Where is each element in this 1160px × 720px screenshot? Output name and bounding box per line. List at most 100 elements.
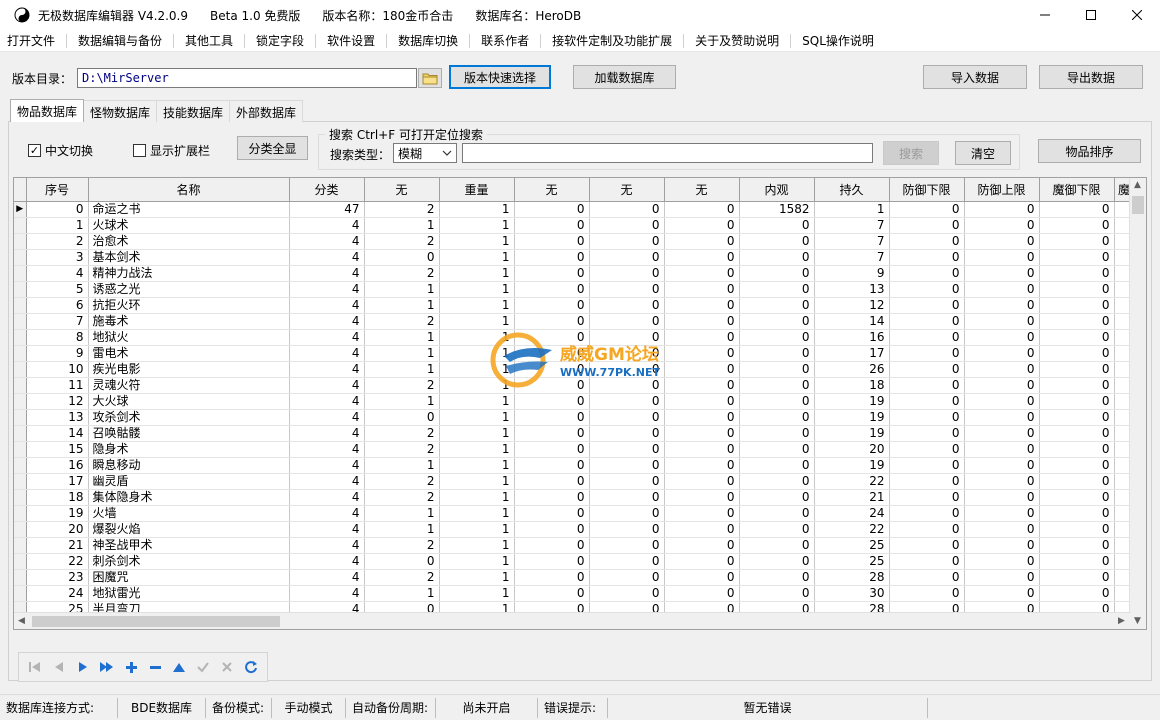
- table-cell[interactable]: 9: [814, 265, 890, 282]
- table-cell[interactable]: 0: [589, 265, 665, 282]
- table-cell[interactable]: 0: [589, 377, 665, 394]
- scroll-right-icon[interactable]: ▶: [1118, 616, 1125, 626]
- table-cell[interactable]: 0: [964, 457, 1040, 474]
- table-cell[interactable]: 0: [889, 489, 965, 506]
- table-cell[interactable]: 0: [589, 505, 665, 522]
- table-cell[interactable]: 22: [26, 553, 89, 570]
- table-cell[interactable]: 0: [1039, 409, 1115, 426]
- table-cell[interactable]: 0: [1039, 505, 1115, 522]
- table-cell[interactable]: 0: [889, 441, 965, 458]
- table-cell[interactable]: 0: [964, 201, 1040, 218]
- table-cell[interactable]: 0: [664, 233, 740, 250]
- table-cell[interactable]: 治愈术: [88, 233, 290, 250]
- table-cell[interactable]: 24: [26, 585, 89, 602]
- table-cell[interactable]: 0: [739, 441, 815, 458]
- table-cell[interactable]: 灵魂火符: [88, 377, 290, 394]
- table-cell[interactable]: 雷电术: [88, 345, 290, 362]
- horizontal-scrollbar[interactable]: ◀ ▶: [14, 612, 1131, 629]
- table-cell[interactable]: 4: [289, 569, 365, 586]
- table-cell[interactable]: 4: [289, 537, 365, 554]
- table-cell[interactable]: 0: [1039, 553, 1115, 570]
- nav-delete-button[interactable]: [143, 656, 167, 678]
- table-cell[interactable]: 10: [26, 361, 89, 378]
- scroll-down-icon[interactable]: ▼: [1134, 616, 1141, 626]
- table-cell[interactable]: 0: [964, 473, 1040, 490]
- table-cell[interactable]: 19: [26, 505, 89, 522]
- table-cell[interactable]: 0: [739, 409, 815, 426]
- maximize-button[interactable]: [1068, 0, 1114, 30]
- table-cell[interactable]: 1: [439, 265, 515, 282]
- table-cell[interactable]: 4: [289, 489, 365, 506]
- table-cell[interactable]: 2: [364, 473, 440, 490]
- table-cell[interactable]: 0: [514, 505, 590, 522]
- table-cell[interactable]: 困魔咒: [88, 569, 290, 586]
- chinese-switch-checkbox[interactable]: ✓ 中文切换: [28, 142, 93, 159]
- table-cell[interactable]: 0: [964, 313, 1040, 330]
- table-cell[interactable]: 1: [439, 393, 515, 410]
- table-cell[interactable]: 0: [514, 249, 590, 266]
- table-cell[interactable]: 0: [889, 265, 965, 282]
- table-cell[interactable]: 1: [439, 313, 515, 330]
- table-cell[interactable]: 0: [964, 377, 1040, 394]
- table-cell[interactable]: 0: [889, 201, 965, 218]
- table-cell[interactable]: 0: [739, 553, 815, 570]
- browse-folder-button[interactable]: [418, 68, 442, 88]
- table-cell[interactable]: 1: [439, 553, 515, 570]
- table-cell[interactable]: 0: [664, 377, 740, 394]
- table-cell[interactable]: 2: [364, 569, 440, 586]
- table-cell[interactable]: 18: [814, 377, 890, 394]
- tab-skills[interactable]: 技能数据库: [156, 100, 231, 122]
- table-cell[interactable]: 0: [589, 585, 665, 602]
- menu-edit-backup[interactable]: 数据编辑与备份: [71, 32, 169, 49]
- scroll-left-icon[interactable]: ◀: [18, 616, 25, 626]
- table-cell[interactable]: 21: [26, 537, 89, 554]
- table-cell[interactable]: 0: [739, 329, 815, 346]
- table-cell[interactable]: 0: [589, 217, 665, 234]
- tab-monsters[interactable]: 怪物数据库: [83, 100, 158, 122]
- menu-lock-fields[interactable]: 锁定字段: [249, 32, 311, 49]
- table-cell[interactable]: 0: [964, 537, 1040, 554]
- table-cell[interactable]: 0: [589, 313, 665, 330]
- table-cell[interactable]: 0: [1039, 297, 1115, 314]
- horizontal-scroll-thumb[interactable]: [32, 616, 280, 627]
- table-cell[interactable]: 1: [26, 217, 89, 234]
- column-header[interactable]: 无: [664, 178, 740, 202]
- nav-insert-button[interactable]: [119, 656, 143, 678]
- table-cell[interactable]: 12: [814, 297, 890, 314]
- table-cell[interactable]: 0: [889, 457, 965, 474]
- table-cell[interactable]: 2: [364, 377, 440, 394]
- table-row[interactable]: 7 施毒术 4 2 1 0 0 0 0 14 0 0 0: [14, 313, 1135, 330]
- table-row[interactable]: 14 召唤骷髅 4 2 1 0 0 0 0 19 0 0 0: [14, 425, 1135, 442]
- table-cell[interactable]: 7: [26, 313, 89, 330]
- menu-switch-db[interactable]: 数据库切换: [391, 32, 465, 49]
- table-cell[interactable]: 4: [289, 329, 365, 346]
- table-row[interactable]: 8 地狱火 4 1 1 0 0 0 0 16 0 0 0: [14, 329, 1135, 346]
- table-row[interactable]: 6 抗拒火环 4 1 1 0 0 0 0 12 0 0 0: [14, 297, 1135, 314]
- table-cell[interactable]: 0: [514, 345, 590, 362]
- table-row[interactable]: 24 地狱雷光 4 1 1 0 0 0 0 30 0 0 0: [14, 585, 1135, 602]
- column-header[interactable]: 名称: [88, 178, 290, 202]
- table-cell[interactable]: 6: [26, 297, 89, 314]
- table-cell[interactable]: 0: [364, 409, 440, 426]
- menu-contact[interactable]: 联系作者: [474, 32, 536, 49]
- table-cell[interactable]: 0: [664, 281, 740, 298]
- table-cell[interactable]: 0: [589, 201, 665, 218]
- table-cell[interactable]: 4: [289, 281, 365, 298]
- table-cell[interactable]: 15: [26, 441, 89, 458]
- table-cell[interactable]: 1: [364, 297, 440, 314]
- table-cell[interactable]: 20: [26, 521, 89, 538]
- table-cell[interactable]: 1582: [739, 201, 815, 218]
- table-cell[interactable]: 0: [964, 393, 1040, 410]
- table-cell[interactable]: 0: [589, 393, 665, 410]
- table-cell[interactable]: 0: [589, 425, 665, 442]
- table-cell[interactable]: 9: [26, 345, 89, 362]
- table-cell[interactable]: 4: [289, 217, 365, 234]
- table-row[interactable]: 16 瞬息移动 4 1 1 0 0 0 0 19 0 0 0: [14, 457, 1135, 474]
- table-cell[interactable]: 0: [514, 393, 590, 410]
- table-cell[interactable]: 0: [889, 569, 965, 586]
- table-cell[interactable]: 7: [814, 249, 890, 266]
- table-cell[interactable]: 47: [289, 201, 365, 218]
- table-cell[interactable]: 23: [26, 569, 89, 586]
- table-cell[interactable]: 0: [514, 537, 590, 554]
- table-cell[interactable]: 0: [514, 201, 590, 218]
